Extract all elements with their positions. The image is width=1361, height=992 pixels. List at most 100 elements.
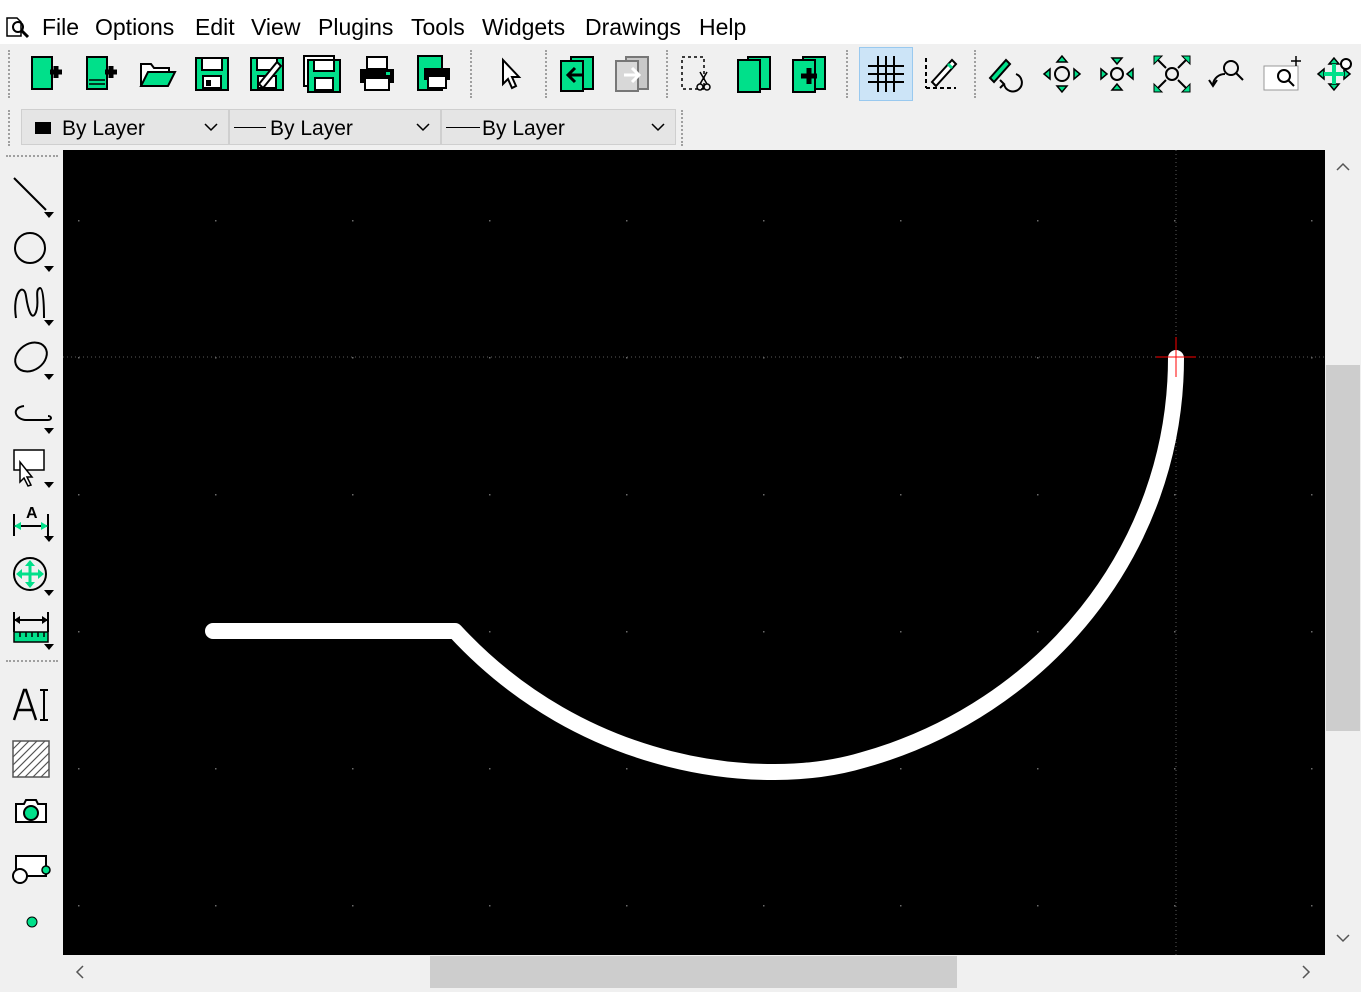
toolbar-grip[interactable]: [8, 50, 12, 98]
tool-dimension-button[interactable]: A: [6, 494, 58, 544]
arrow-pointer-icon: [502, 57, 522, 90]
save-all-button[interactable]: [296, 48, 348, 100]
new-block-button[interactable]: [728, 48, 780, 100]
tool-text-button[interactable]: [6, 680, 58, 730]
line-type-select[interactable]: By Layer: [441, 109, 676, 145]
tool-polyline-button[interactable]: [6, 386, 58, 436]
menu-options[interactable]: Options: [95, 13, 174, 41]
tool-ellipse-button[interactable]: [6, 332, 58, 382]
tool-modify-button[interactable]: [6, 548, 58, 598]
grid-dot: [763, 905, 765, 907]
zoom-in-button[interactable]: [1036, 48, 1088, 100]
grid-dot: [1311, 220, 1313, 222]
grid-toggle-button[interactable]: [859, 47, 913, 101]
color-select[interactable]: By Layer: [21, 109, 229, 145]
tool-point-button[interactable]: [6, 896, 58, 946]
tool-image-button[interactable]: [6, 788, 58, 838]
drawing-canvas[interactable]: [63, 150, 1325, 955]
menu-help[interactable]: Help: [699, 13, 746, 41]
menu-tools[interactable]: Tools: [411, 13, 465, 41]
zoom-out-button[interactable]: [1091, 48, 1143, 100]
grid-dot: [215, 768, 217, 770]
redraw-icon: [988, 58, 1023, 93]
redraw-button[interactable]: [980, 48, 1032, 100]
tool-line-button[interactable]: [6, 170, 58, 220]
menu-drawings[interactable]: Drawings: [585, 13, 681, 41]
grid-dot: [1311, 905, 1313, 907]
block-add-icon: [792, 56, 826, 93]
toolbar-grip[interactable]: [681, 110, 685, 146]
toolbar-grip[interactable]: [470, 50, 474, 98]
print-preview-icon: [417, 55, 450, 91]
zoom-window-icon: [1263, 56, 1301, 91]
text-icon: [12, 688, 48, 721]
new-file-button[interactable]: [20, 48, 72, 100]
cut-button[interactable]: [670, 48, 722, 100]
line-width-select[interactable]: By Layer: [229, 109, 441, 145]
grid-dot: [900, 905, 902, 907]
menu-edit[interactable]: Edit: [195, 13, 235, 41]
select-window-icon: [13, 449, 54, 488]
vertical-scrollbar[interactable]: [1325, 150, 1361, 955]
svg-text:A: A: [26, 505, 38, 522]
print-preview-button[interactable]: [406, 48, 458, 100]
grid-dot: [352, 494, 354, 496]
printer-icon: [360, 56, 394, 91]
menu-file[interactable]: File: [42, 13, 79, 41]
grid-dot: [1174, 631, 1176, 633]
toolbar-grip[interactable]: [8, 110, 12, 146]
zoom-pan-button[interactable]: [1310, 48, 1361, 100]
grid-dot: [1174, 905, 1176, 907]
horizontal-scrollbar[interactable]: [63, 955, 1325, 989]
menu-plugins[interactable]: Plugins: [318, 13, 393, 41]
save-as-button[interactable]: [241, 48, 293, 100]
scissors-icon: [681, 56, 711, 91]
tool-hatch-button[interactable]: [6, 734, 58, 784]
tool-block-button[interactable]: [6, 842, 58, 892]
scroll-right-arrow-icon[interactable]: [1301, 965, 1311, 979]
zoom-auto-button[interactable]: [1146, 48, 1198, 100]
select-pointer-button[interactable]: [483, 48, 535, 100]
toolbar-grip[interactable]: [6, 155, 58, 157]
new-from-template-button[interactable]: [75, 48, 127, 100]
polyline-entity[interactable]: [205, 350, 1184, 780]
grid-dot: [78, 768, 80, 770]
horizontal-scroll-thumb[interactable]: [430, 956, 957, 988]
export-block-button[interactable]: [606, 48, 658, 100]
toolbar-grip[interactable]: [545, 50, 549, 98]
grid-dot: [1037, 494, 1039, 496]
grid-dot: [763, 220, 765, 222]
toolbar-grip[interactable]: [974, 50, 978, 98]
zoom-window-button[interactable]: [1256, 48, 1308, 100]
zoom-previous-button[interactable]: [1201, 48, 1253, 100]
app-icon: [6, 17, 30, 39]
grid-dot: [626, 905, 628, 907]
print-button[interactable]: [351, 48, 403, 100]
hatch-icon: [12, 740, 50, 778]
vertical-scroll-thumb[interactable]: [1326, 365, 1360, 731]
grid-dot: [1311, 631, 1313, 633]
grid-dot: [215, 905, 217, 907]
menu-view[interactable]: View: [251, 13, 300, 41]
point-icon: [26, 916, 38, 928]
grid-dot: [215, 494, 217, 496]
block-icon: [737, 56, 771, 93]
save-button[interactable]: [186, 48, 238, 100]
measure-ruler-icon: [13, 612, 54, 650]
scrollbar-corner: [1325, 955, 1361, 992]
draft-mode-button[interactable]: [914, 48, 966, 100]
tool-circle-button[interactable]: [6, 224, 58, 274]
scroll-left-arrow-icon[interactable]: [75, 965, 85, 979]
menu-widgets[interactable]: Widgets: [482, 13, 565, 41]
tool-info-button[interactable]: [6, 602, 58, 652]
import-block-button[interactable]: [551, 48, 603, 100]
tool-curve-button[interactable]: [6, 278, 58, 328]
scroll-up-arrow-icon[interactable]: [1336, 162, 1350, 172]
color-swatch: [35, 122, 51, 134]
open-file-button[interactable]: [131, 48, 183, 100]
scroll-down-arrow-icon[interactable]: [1336, 933, 1350, 943]
tool-select-button[interactable]: [6, 440, 58, 490]
toolbar-grip[interactable]: [846, 50, 850, 98]
insert-block-button[interactable]: [783, 48, 835, 100]
cursor-marker: [1156, 337, 1196, 377]
